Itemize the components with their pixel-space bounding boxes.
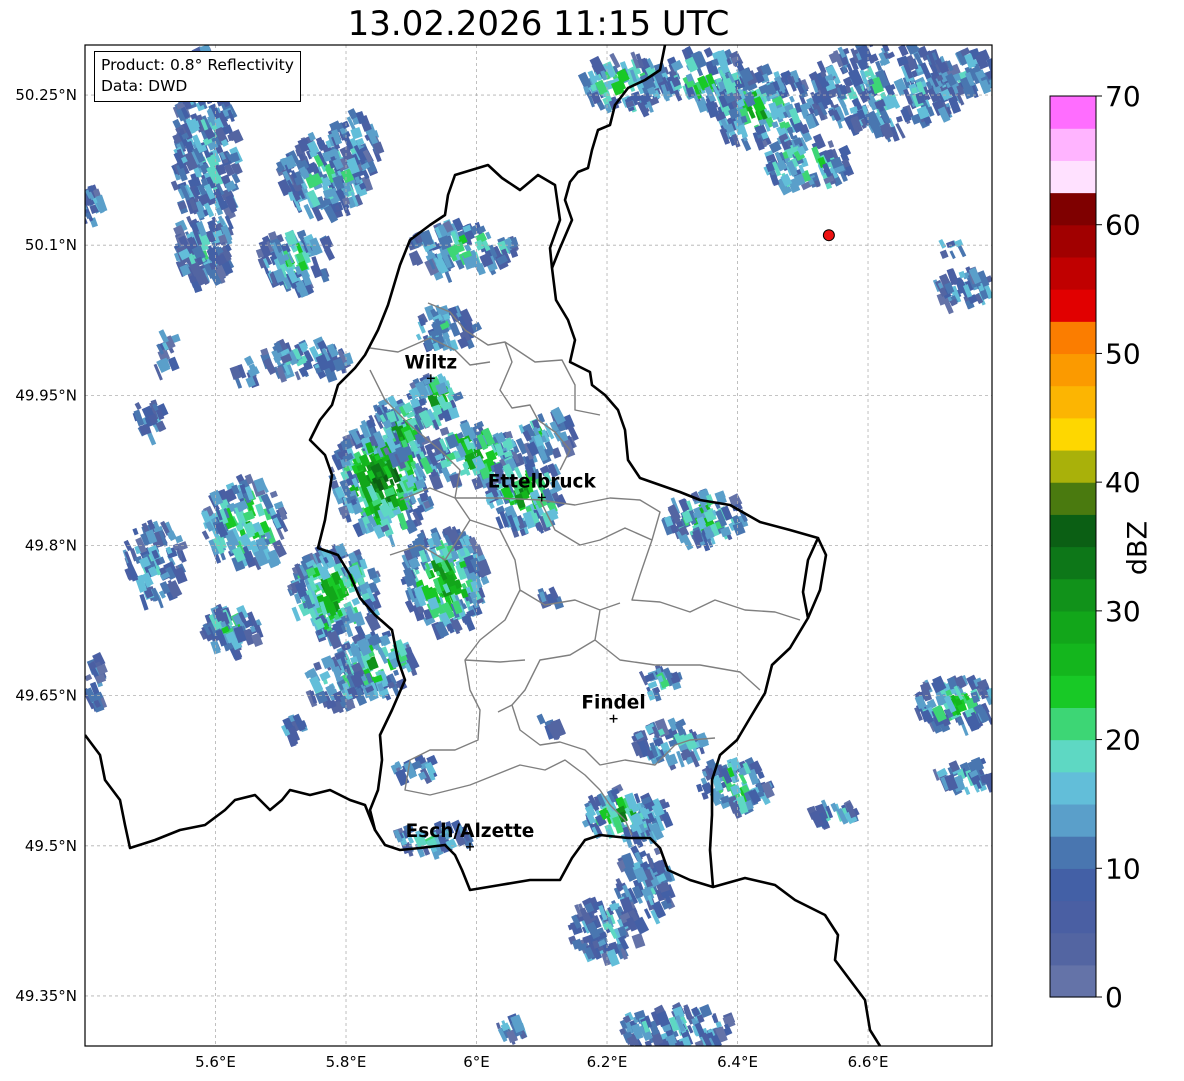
city-label: Findel — [581, 693, 645, 714]
data-source-label: Data: DWD — [101, 77, 188, 95]
colorbar-segment — [1050, 868, 1096, 902]
colorbar-segment — [1050, 289, 1096, 322]
colorbar-segment — [1050, 964, 1096, 998]
colorbar-segment — [1050, 128, 1096, 161]
colorbar-segment — [1050, 385, 1096, 419]
colorbar-tick-label: 50 — [1105, 337, 1141, 370]
colorbar-segment — [1050, 675, 1096, 708]
city-label: Ettelbruck — [488, 471, 597, 492]
colorbar-segment — [1050, 932, 1096, 966]
colorbar-segment — [1050, 771, 1096, 805]
colorbar-segment — [1050, 482, 1096, 515]
colorbar-segment — [1050, 546, 1096, 580]
colorbar-tick-label: 10 — [1105, 852, 1141, 885]
longitude-tick-label: 6.4°E — [717, 1053, 758, 1071]
latitude-tick-label: 49.8°N — [25, 537, 77, 555]
colorbar-tick-label: 20 — [1105, 724, 1141, 757]
colorbar-segment — [1050, 836, 1096, 869]
latitude-tick-label: 49.35°N — [15, 987, 77, 1005]
colorbar-segment — [1050, 514, 1096, 548]
colorbar-segment — [1050, 256, 1096, 290]
colorbar-segment — [1050, 578, 1096, 612]
longitude-tick-label: 6.2°E — [587, 1053, 628, 1071]
radar-site-marker — [822, 229, 835, 242]
latitude-tick-label: 50.1°N — [25, 236, 77, 254]
latitude-tick-label: 50.25°N — [15, 86, 77, 104]
colorbar-tick-label: 0 — [1105, 981, 1123, 1014]
radar-echo-cell — [85, 196, 86, 204]
latitude-tick-label: 49.95°N — [15, 386, 77, 404]
colorbar-tick-label: 70 — [1105, 80, 1141, 113]
colorbar-tick-label: 40 — [1105, 466, 1141, 499]
colorbar-segment — [1050, 417, 1096, 451]
colorbar-segment — [1050, 160, 1096, 194]
colorbar-segment — [1050, 610, 1096, 644]
colorbar-tick-label: 60 — [1105, 209, 1141, 242]
longitude-tick-label: 5.6°E — [195, 1053, 236, 1071]
city-label: Wiltz — [404, 352, 457, 373]
colorbar-segment — [1050, 643, 1096, 676]
radar-site-dot — [822, 229, 835, 242]
colorbar-segment — [1050, 900, 1096, 934]
colorbar-segment — [1050, 321, 1096, 355]
colorbar-segment — [1050, 449, 1096, 483]
city-label: Esch/Alzette — [406, 821, 535, 842]
longitude-tick-label: 5.8°E — [326, 1053, 367, 1071]
colorbar-unit-label: dBZ — [1122, 520, 1154, 576]
product-label: Product: 0.8° Reflectivity — [101, 56, 294, 74]
latitude-tick-label: 49.5°N — [25, 837, 77, 855]
longitude-tick-label: 6°E — [463, 1053, 490, 1071]
colorbar-segment — [1050, 707, 1096, 741]
colorbar-segment — [1050, 739, 1096, 773]
colorbar-segment — [1050, 224, 1096, 258]
colorbar-segment — [1050, 96, 1096, 129]
colorbar-tick-label: 30 — [1105, 595, 1141, 628]
colorbar-segment — [1050, 192, 1096, 226]
product-info-box: Product: 0.8° Reflectivity Data: DWD — [94, 51, 301, 102]
longitude-tick-label: 6.6°E — [848, 1053, 889, 1071]
colorbar-segment — [1050, 353, 1096, 387]
radar-map: 5.6°E 5.8°E 6°E 6.2°E 6.4°E 6.6°E 50.25°N 50.1°… — [15, 44, 1141, 1071]
colorbar-segment — [1050, 803, 1096, 837]
latitude-tick-label: 49.65°N — [15, 687, 77, 705]
